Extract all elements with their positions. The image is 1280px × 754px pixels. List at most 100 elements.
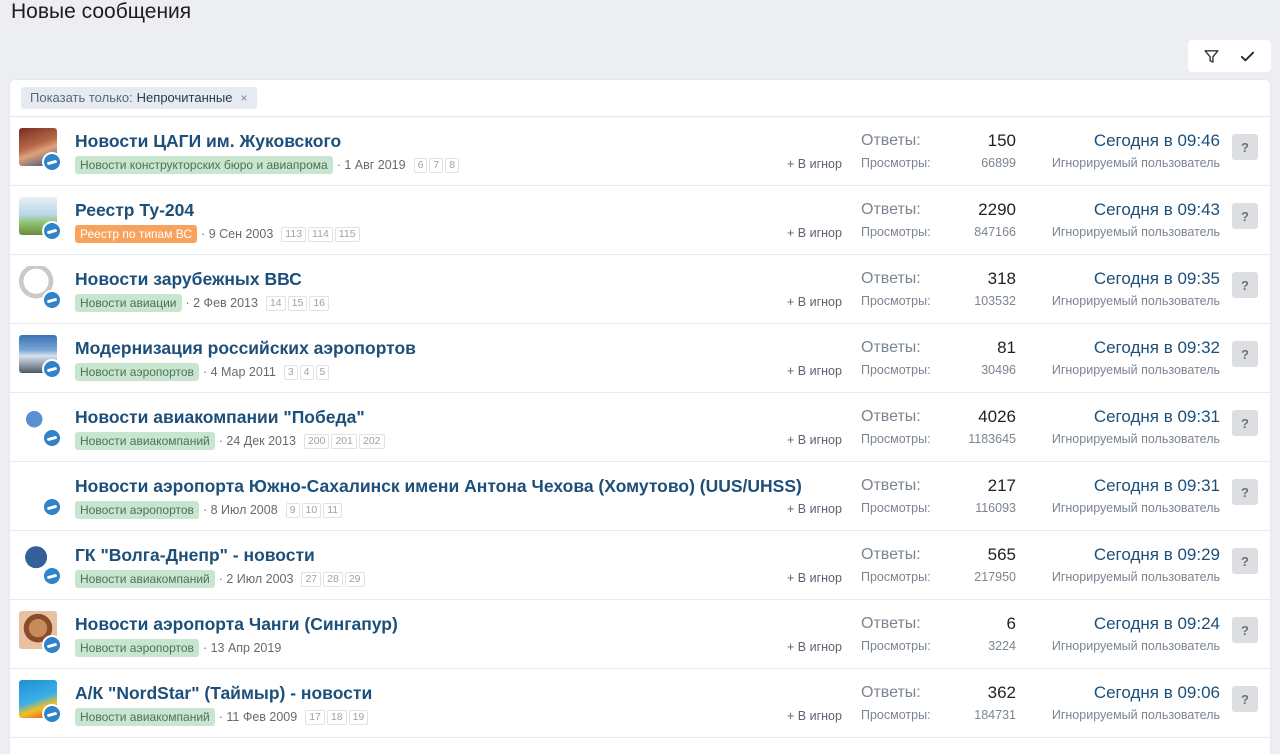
page-link[interactable]: 6: [413, 157, 428, 173]
page-link[interactable]: 8: [445, 157, 460, 173]
page-link[interactable]: 15: [287, 295, 308, 311]
thread-title-link[interactable]: Новости аэропорта Южно-Сахалинск имени А…: [75, 476, 802, 497]
page-nav: 345: [283, 364, 330, 380]
last-post-user: Игнорируемый пользователь: [1051, 156, 1220, 170]
thread-meta: Новости авиакомпаний · 24 Дек 2013 200 20…: [75, 432, 385, 450]
last-post-date-link[interactable]: Сегодня в 09:46: [1094, 131, 1220, 151]
last-post-date-link[interactable]: Сегодня в 09:06: [1094, 683, 1220, 703]
thread-row: Новости зарубежных ВВС Новости авиации ·…: [10, 255, 1270, 324]
page-link[interactable]: 115: [334, 226, 360, 242]
views-count: 66899: [981, 156, 1016, 170]
replies-label: Ответы:: [861, 339, 921, 356]
ignore-button[interactable]: + В игнор: [787, 502, 842, 516]
last-post-date-link[interactable]: Сегодня в 09:43: [1094, 200, 1220, 220]
thread-title-link[interactable]: Новости зарубежных ВВС: [75, 269, 302, 290]
mark-read-button[interactable]: [1233, 42, 1261, 70]
page-link[interactable]: 4: [299, 364, 314, 380]
last-post-date-link[interactable]: Сегодня в 09:31: [1094, 407, 1220, 427]
filter-label: Показать только:: [30, 90, 133, 105]
page-link[interactable]: 18: [326, 709, 347, 725]
forum-tag[interactable]: Новости авиакомпаний: [75, 432, 215, 450]
forum-tag[interactable]: Новости авиакомпаний: [75, 708, 215, 726]
ignore-button[interactable]: + В игнор: [787, 295, 842, 309]
last-post-user: Игнорируемый пользователь: [1051, 501, 1220, 515]
last-post-date-link[interactable]: Сегодня в 09:29: [1094, 545, 1220, 565]
filter-button[interactable]: [1198, 42, 1226, 70]
last-post-date-link[interactable]: Сегодня в 09:31: [1094, 476, 1220, 496]
page-link[interactable]: 9: [285, 502, 300, 518]
thread-row: Новости аэропорта Чанги (Сингапур) Новос…: [10, 600, 1270, 669]
help-button[interactable]: ?: [1232, 134, 1258, 160]
thread-meta: Новости аэропортов · 4 Мар 2011 345: [75, 363, 330, 381]
remove-filter-icon[interactable]: ×: [241, 87, 248, 109]
thread-start-date: · 2 Фев 2013: [185, 296, 258, 310]
help-button[interactable]: ?: [1232, 341, 1258, 367]
unread-badge-icon: [42, 152, 62, 172]
views-label: Просмотры:: [861, 708, 931, 722]
thread-meta: Новости авиакомпаний · 11 Фев 2009 17 18 1…: [75, 708, 369, 726]
page-link[interactable]: 202: [358, 433, 385, 449]
help-button[interactable]: ?: [1232, 203, 1258, 229]
page-link[interactable]: 19: [348, 709, 369, 725]
thread-start-date: · 2 Июл 2003: [218, 572, 294, 586]
last-post-date-link[interactable]: Сегодня в 09:35: [1094, 269, 1220, 289]
page-link[interactable]: 200: [303, 433, 330, 449]
forum-tag[interactable]: Новости конструкторских бюро и авиапрома: [75, 156, 333, 174]
ignore-button[interactable]: + В игнор: [787, 709, 842, 723]
page-link[interactable]: 3: [283, 364, 298, 380]
thread-title-link[interactable]: Новости авиакомпании "Победа": [75, 407, 365, 428]
unread-badge-icon: [42, 566, 62, 586]
ignore-button[interactable]: + В игнор: [787, 364, 842, 378]
page-link[interactable]: 17: [305, 709, 325, 725]
last-post-date-link[interactable]: Сегодня в 09:32: [1094, 338, 1220, 358]
thread-title-link[interactable]: ГК "Волга-Днепр" - новости: [75, 545, 315, 566]
help-button[interactable]: ?: [1232, 410, 1258, 436]
replies-count: 318: [987, 269, 1016, 288]
page-link[interactable]: 16: [309, 295, 329, 311]
last-post-user: Игнорируемый пользователь: [1051, 639, 1220, 653]
thread-title-link[interactable]: Новости ЦАГИ им. Жуковского: [75, 131, 341, 152]
help-button[interactable]: ?: [1232, 548, 1258, 574]
page-link[interactable]: 29: [344, 571, 365, 587]
views-label: Просмотры:: [861, 363, 931, 377]
ignore-button[interactable]: + В игнор: [787, 226, 842, 240]
thread-title-link[interactable]: Модернизация российских аэропортов: [75, 338, 416, 359]
ignore-button[interactable]: + В игнор: [787, 157, 842, 171]
page-link[interactable]: 27: [301, 571, 322, 587]
help-button[interactable]: ?: [1232, 479, 1258, 505]
thread-start-date: · 11 Фев 2009: [218, 710, 298, 724]
page-link[interactable]: 5: [315, 364, 330, 380]
ignore-button[interactable]: + В игнор: [787, 433, 842, 447]
thread-row: Реестр Ту-204 Реестр по типам ВС · 9 Сен…: [10, 186, 1270, 255]
unread-badge-icon: [42, 290, 62, 310]
page-link[interactable]: 114: [308, 226, 333, 242]
thread-title-link[interactable]: А/К "NordStar" (Таймыр) - новости: [75, 683, 372, 704]
page-link[interactable]: 14: [265, 295, 286, 311]
help-button[interactable]: ?: [1232, 617, 1258, 643]
thread-title-link[interactable]: Реестр Ту-204: [75, 200, 194, 221]
page-link[interactable]: 28: [323, 571, 343, 587]
thread-title-link[interactable]: Новости аэропорта Чанги (Сингапур): [75, 614, 398, 635]
page-nav: 14 15 16: [265, 295, 329, 311]
help-button[interactable]: ?: [1232, 686, 1258, 712]
forum-tag[interactable]: Новости аэропортов: [75, 363, 199, 381]
unread-badge-icon: [42, 497, 62, 517]
forum-tag[interactable]: Новости аэропортов: [75, 501, 199, 519]
last-post-date-link[interactable]: Сегодня в 09:24: [1094, 614, 1220, 634]
forum-tag[interactable]: Новости авиации: [75, 294, 182, 312]
page-link[interactable]: 10: [301, 502, 322, 518]
page-link[interactable]: 201: [331, 433, 357, 449]
filter-icon: [1204, 49, 1219, 63]
page-link[interactable]: 7: [429, 157, 444, 173]
forum-tag[interactable]: Реестр по типам ВС: [75, 225, 198, 243]
help-button[interactable]: ?: [1232, 272, 1258, 298]
page-link[interactable]: 113: [281, 226, 307, 242]
forum-tag[interactable]: Новости авиакомпаний: [75, 570, 215, 588]
page-nav: 200 201 202: [303, 433, 385, 449]
forum-tag[interactable]: Новости аэропортов: [75, 639, 199, 657]
ignore-button[interactable]: + В игнор: [787, 571, 842, 585]
last-post-user: Игнорируемый пользователь: [1051, 708, 1220, 722]
ignore-button[interactable]: + В игнор: [787, 640, 842, 654]
active-filter-chip[interactable]: Показать только: Непрочитанные ×: [21, 87, 257, 109]
page-link[interactable]: 11: [323, 502, 343, 518]
